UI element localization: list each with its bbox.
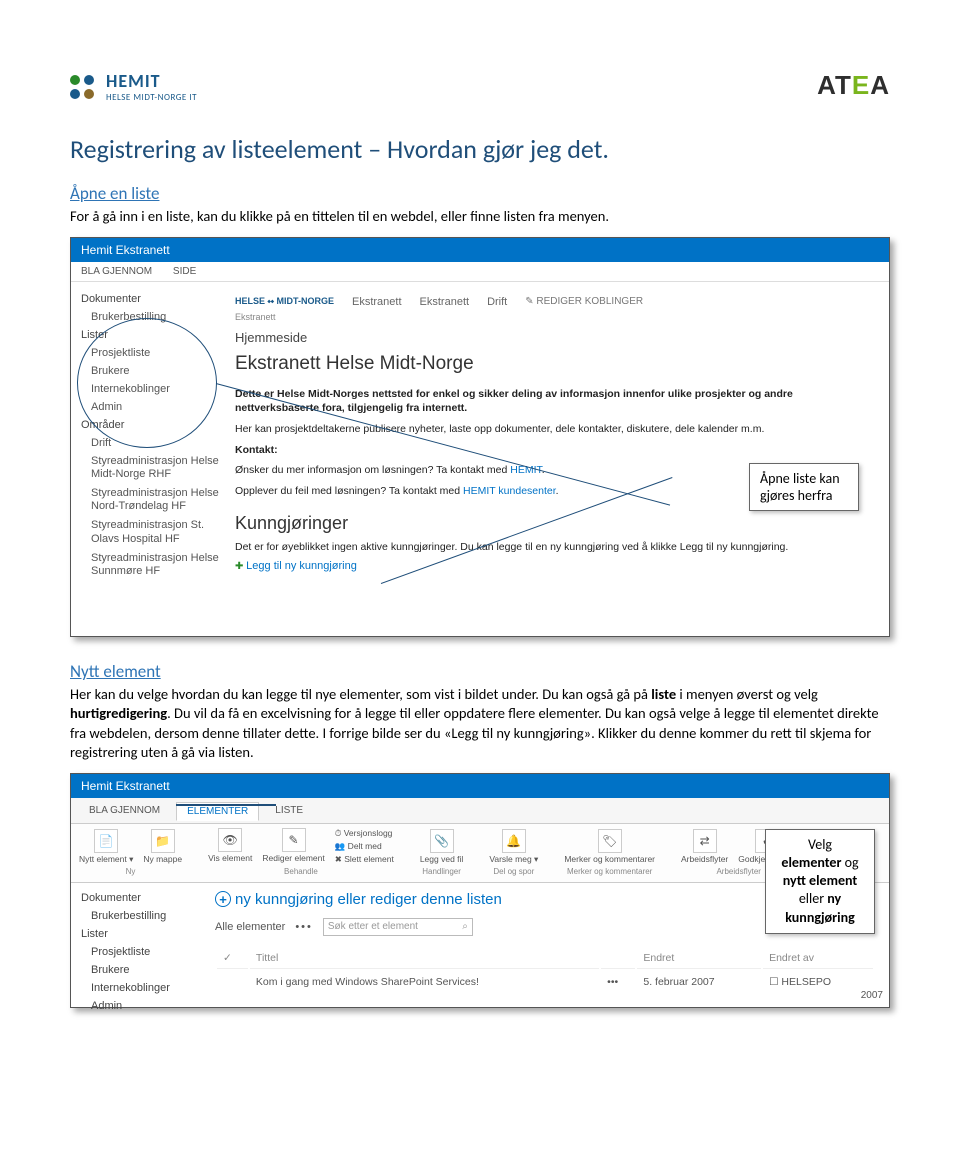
underline-annotation bbox=[176, 804, 276, 806]
document-icon: 📄 bbox=[94, 829, 118, 853]
callout-open-list: Åpne liste kan gjøres herfra bbox=[749, 463, 859, 511]
ribbon-btn-nytt-element[interactable]: 📄Nytt element ▾ bbox=[79, 829, 133, 864]
screenshot-ribbon: Hemit Ekstranett BLA GJENNOM ELEMENTER L… bbox=[70, 773, 890, 1008]
view-icon: 👁 bbox=[218, 828, 242, 852]
more-menu[interactable]: ••• bbox=[295, 921, 313, 933]
nav-item[interactable]: Prosjektliste bbox=[81, 943, 201, 961]
ribbon-link[interactable]: 👥 Delt med bbox=[335, 841, 394, 852]
edit-icon: ✎ bbox=[282, 828, 306, 852]
hemit-logo: HEMIT HELSE MIDT-NORGE IT bbox=[70, 70, 197, 103]
section1-text: For å gå inn i en liste, kan du klikke p… bbox=[70, 207, 890, 227]
section2-text: Her kan du velge hvordan du kan legge ti… bbox=[70, 685, 890, 763]
nav-item[interactable]: Admin bbox=[81, 997, 201, 1015]
ribbon-btn-attach[interactable]: 📎Legg ved fil bbox=[420, 829, 463, 864]
search-input[interactable]: Søk etter et element⌕ bbox=[323, 918, 473, 936]
ribbon-btn-workflow[interactable]: ⇄Arbeidsflyter bbox=[681, 829, 728, 864]
attach-icon: 📎 bbox=[430, 829, 454, 853]
hemit-brand-text: HEMIT bbox=[106, 70, 197, 92]
table-header[interactable]: Endret av bbox=[763, 948, 873, 969]
ribbon-btn-vis[interactable]: 👁Vis element bbox=[208, 828, 252, 865]
table-header bbox=[601, 948, 635, 969]
list-table: ✓ Tittel Endret Endret av Kom i gang med… bbox=[215, 946, 875, 995]
screenshot-extranet: Hemit Ekstranett BLA GJENNOM SIDE Dokume… bbox=[70, 237, 890, 637]
nav-item[interactable]: Dokumenter bbox=[81, 889, 201, 907]
nav-item[interactable]: Internekoblinger bbox=[81, 979, 201, 997]
intro-text-2: Her kan prosjektdeltakerne publisere nyh… bbox=[235, 422, 877, 437]
edit-links[interactable]: ✎ REDIGER KOBLINGER bbox=[525, 296, 643, 307]
ribbon-btn-alert[interactable]: 🔔Varsle meg ▾ bbox=[489, 829, 538, 864]
hjemmeside-label: Hjemmeside bbox=[235, 330, 877, 345]
nav-item[interactable]: Brukerbestilling bbox=[81, 907, 201, 925]
circle-annotation bbox=[77, 318, 217, 448]
ribbon-tab[interactable]: BLA GJENNOM bbox=[81, 266, 152, 277]
section-apne-liste: Åpne en liste bbox=[70, 183, 890, 204]
ribbon-btn-rediger[interactable]: ✎Rediger element bbox=[262, 828, 324, 865]
main-heading: Ekstranett Helse Midt-Norge bbox=[235, 353, 877, 375]
hemit-brand-sub: HELSE MIDT-NORGE IT bbox=[106, 92, 197, 103]
ribbon-tabs: BLA GJENNOM ELEMENTER LISTE bbox=[71, 798, 889, 824]
ribbon-tab[interactable]: SIDE bbox=[173, 266, 196, 277]
section-nytt-element: Nytt element bbox=[70, 661, 890, 682]
page-title: Registrering av listeelement – Hvordan g… bbox=[70, 133, 890, 165]
nav-item[interactable]: Brukere bbox=[81, 961, 201, 979]
tag-icon: 🏷 bbox=[598, 829, 622, 853]
nav-item[interactable]: Styreadministrasjon St. Olavs Hospital H… bbox=[81, 516, 221, 548]
add-kunngjoring-link[interactable]: Legg til ny kunngjøring bbox=[235, 560, 877, 572]
table-header[interactable]: Endret bbox=[637, 948, 761, 969]
view-selector[interactable]: Alle elementer bbox=[215, 921, 285, 933]
plus-icon: + bbox=[215, 891, 231, 907]
alert-icon: 🔔 bbox=[502, 829, 526, 853]
nav-item[interactable]: Dokumenter bbox=[81, 290, 221, 308]
table-header[interactable]: ✓ bbox=[217, 948, 248, 969]
folder-icon: 📁 bbox=[151, 829, 175, 853]
mini-logo: HELSE ⬩⬩ MIDT-NORGE bbox=[235, 296, 334, 307]
search-icon: ⌕ bbox=[462, 921, 468, 932]
ribbon-link[interactable]: ✖ Slett element bbox=[335, 854, 394, 865]
row-tail-year: 2007 bbox=[861, 990, 883, 1001]
crumb-item[interactable]: Ekstranett bbox=[352, 296, 402, 308]
nav-item[interactable]: Styreadministrasjon Helse Sunnmøre HF bbox=[81, 549, 221, 581]
nav-item[interactable]: Lister bbox=[81, 925, 201, 943]
nav-item[interactable]: Styreadministrasjon Helse Midt-Norge RHF bbox=[81, 452, 221, 484]
ribbon-stack: ⏱ Versjonslogg 👥 Delt med ✖ Slett elemen… bbox=[335, 828, 394, 865]
left-nav: Dokumenter Brukerbestilling Lister Prosj… bbox=[71, 883, 201, 1026]
window-titlebar: Hemit Ekstranett bbox=[71, 238, 889, 262]
ribbon-link[interactable]: ⏱ Versjonslogg bbox=[335, 828, 394, 839]
table-header[interactable]: Tittel bbox=[250, 948, 599, 969]
intro-text: Dette er Helse Midt-Norges nettsted for … bbox=[235, 387, 877, 416]
crumb-item[interactable]: Drift bbox=[487, 296, 507, 308]
atea-logo: ATEA bbox=[817, 70, 890, 101]
ribbon-btn-ny-mappe[interactable]: 📁Ny mappe bbox=[143, 829, 182, 864]
ribbon-btn-tags[interactable]: 🏷Merker og kommentarer bbox=[564, 829, 655, 864]
crumb-sub: Ekstranett bbox=[235, 312, 877, 322]
window-titlebar: Hemit Ekstranett bbox=[71, 774, 889, 798]
crumb-item[interactable]: Ekstranett bbox=[420, 296, 470, 308]
ribbon-tab[interactable]: BLA GJENNOM bbox=[79, 802, 170, 821]
kunngjoringer-text: Det er for øyeblikket ingen aktive kunng… bbox=[235, 540, 877, 555]
workflow-icon: ⇄ bbox=[693, 829, 717, 853]
ribbon-tabs: BLA GJENNOM SIDE bbox=[71, 262, 889, 282]
kunngjoringer-heading: Kunngjøringer bbox=[235, 513, 877, 534]
kontakt-label: Kontakt: bbox=[235, 444, 278, 456]
nav-item[interactable]: Styreadministrasjon Helse Nord-Trøndelag… bbox=[81, 484, 221, 516]
callout-choose-elements: Velg elementer og nytt element eller ny … bbox=[765, 829, 875, 934]
table-row[interactable]: Kom i gang med Windows SharePoint Servic… bbox=[217, 971, 873, 993]
